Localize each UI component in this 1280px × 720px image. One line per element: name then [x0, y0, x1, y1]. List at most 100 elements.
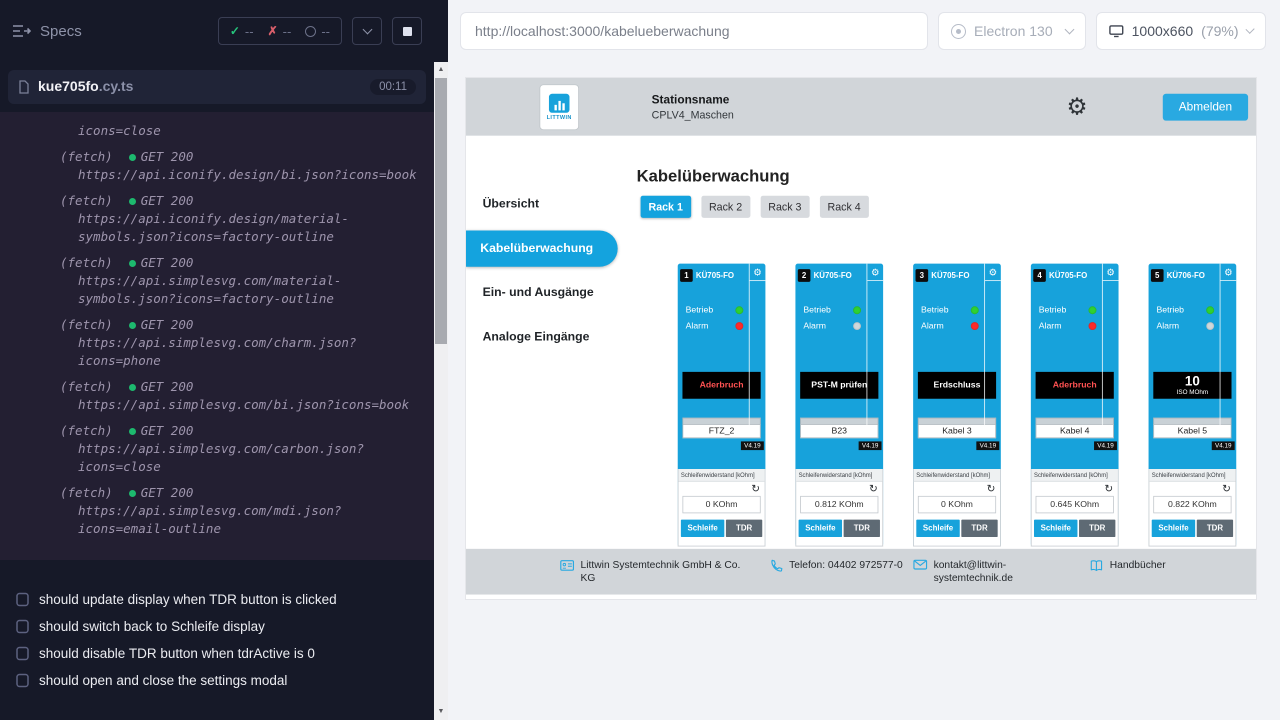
rack-tab[interactable]: Rack 3 [760, 196, 809, 218]
nav-item[interactable]: Kabelüberwachung [466, 230, 618, 266]
betrieb-label: Betrieb [921, 306, 949, 315]
collapse-reporter-button[interactable] [352, 17, 382, 45]
device-card: ⚙ 3 KÜ705-FO Betrieb [913, 264, 1001, 547]
nav-item[interactable]: Analoge Eingänge [466, 315, 618, 359]
log-entry[interactable]: (fetch)GET 200 https://api.simplesvg.com… [0, 378, 422, 414]
card-bottom: Schleifenwiderstand [kOhm] ↻ 0.645 KOhm … [1031, 469, 1119, 546]
spec-file-row[interactable]: kue705fo.cy.ts 00:11 [8, 70, 426, 104]
test-title: should disable TDR button when tdrActive… [39, 646, 315, 661]
station-name: CPLV4_Maschen [652, 109, 734, 121]
scroll-down-icon[interactable]: ▼ [434, 706, 448, 718]
betrieb-led [1206, 306, 1214, 314]
card-gear-icon[interactable]: ⚙ [867, 264, 883, 281]
measurement-value: 0.812 KOhm [800, 496, 878, 513]
card-gear-icon[interactable]: ⚙ [750, 264, 766, 281]
log-entry[interactable]: (fetch)GET 200 https://api.iconify.desig… [0, 148, 422, 184]
alarm-label: Alarm [686, 321, 709, 330]
log-overflow-line[interactable]: icons=close [0, 122, 422, 140]
request-url: https://api.simplesvg.com/charm.json?ico… [78, 334, 422, 370]
refresh-row: ↻ [679, 482, 765, 496]
betrieb-label: Betrieb [803, 306, 831, 315]
mail-icon [913, 559, 927, 570]
footer-phone[interactable]: Telefon: 04402 972577-0 [769, 558, 902, 572]
tdr-button[interactable]: TDR [961, 520, 997, 537]
card-gear-icon[interactable]: ⚙ [1220, 264, 1236, 281]
betrieb-row: Betrieb [686, 306, 744, 315]
schleife-button[interactable]: Schleife [799, 520, 843, 537]
refresh-icon[interactable]: ↻ [1104, 482, 1113, 495]
nav-item[interactable]: Ein- und Ausgänge [466, 271, 618, 315]
station-label: Stationsname [652, 93, 734, 106]
specs-menu-button[interactable]: Specs [12, 23, 82, 40]
specs-label: Specs [40, 23, 82, 40]
scroll-thumb[interactable] [435, 78, 447, 344]
rack-tab-label: Rack 3 [768, 201, 801, 213]
stop-run-button[interactable] [392, 17, 422, 45]
refresh-icon[interactable]: ↻ [1222, 482, 1231, 495]
rack-tab-label: Rack 2 [709, 201, 742, 213]
url-bar[interactable]: http://localhost:3000/kabelueberwachung [460, 12, 928, 50]
log-entry[interactable]: (fetch)GET 200 https://api.simplesvg.com… [0, 316, 422, 370]
measurement-value: 0.645 KOhm [1036, 496, 1114, 513]
scroll-up-icon[interactable]: ▲ [434, 64, 448, 76]
footer-manuals[interactable]: Handbücher [1089, 558, 1165, 571]
tdr-button[interactable]: TDR [1197, 520, 1233, 537]
log-entry[interactable]: (fetch)GET 200 https://api.simplesvg.com… [0, 422, 422, 476]
rack-tab[interactable]: Rack 2 [701, 196, 750, 218]
footer-phone-text: Telefon: 04402 972577-0 [789, 558, 903, 572]
card-bottom: Schleifenwiderstand [kOhm] ↻ 0.812 KOhm … [795, 469, 883, 546]
runner-scrollbar[interactable]: ▲ ▼ [434, 62, 448, 720]
schleife-button[interactable]: Schleife [916, 520, 960, 537]
rack-tab[interactable]: Rack 4 [820, 196, 869, 218]
card-model: KÜ706-FO [1167, 271, 1205, 280]
request-url: https://api.iconify.design/material-symb… [78, 210, 422, 246]
rack-tab-label: Rack 4 [828, 201, 861, 213]
logout-button[interactable]: Abmelden [1163, 93, 1248, 120]
footer-email[interactable]: kontakt@littwin-systemtechnik.de [913, 558, 1022, 585]
test-item[interactable]: should disable TDR button when tdrActive… [0, 640, 434, 667]
tdr-button[interactable]: TDR [1079, 520, 1115, 537]
log-entry[interactable]: (fetch)GET 200 https://api.simplesvg.com… [0, 484, 422, 538]
settings-gear-icon[interactable]: ⚙ [1066, 95, 1087, 119]
test-icon [16, 619, 29, 634]
refresh-icon[interactable]: ↻ [869, 482, 878, 495]
card-gear-icon[interactable]: ⚙ [1103, 264, 1119, 281]
runner-topbar: Specs ✓-- ✗-- -- [0, 0, 434, 62]
version-badge: V4.19 [1212, 441, 1235, 450]
schleife-button[interactable]: Schleife [1034, 520, 1078, 537]
nav-item[interactable]: Übersicht [466, 182, 618, 226]
test-title: should update display when TDR button is… [39, 592, 337, 607]
cross-icon: ✗ [268, 24, 278, 38]
log-entry[interactable]: (fetch)GET 200 https://api.iconify.desig… [0, 192, 422, 246]
betrieb-led [853, 306, 861, 314]
test-item[interactable]: should open and close the settings modal [0, 667, 434, 694]
alarm-label: Alarm [803, 321, 826, 330]
measurement-label: Schleifenwiderstand [kOhm] [914, 469, 1000, 482]
refresh-icon[interactable]: ↻ [751, 482, 760, 495]
version-row: V4.19 [678, 438, 766, 450]
refresh-row: ↻ [914, 482, 1000, 496]
spec-file-icon [18, 80, 30, 94]
test-item[interactable]: should update display when TDR button is… [0, 586, 434, 613]
schleife-button[interactable]: Schleife [1152, 520, 1196, 537]
browser-select[interactable]: Electron 130 [938, 12, 1086, 50]
log-entry[interactable]: (fetch)GET 200 https://api.simplesvg.com… [0, 254, 422, 308]
fetch-label: (fetch) [60, 149, 113, 164]
schleife-button[interactable]: Schleife [681, 520, 725, 537]
tdr-button[interactable]: TDR [726, 520, 762, 537]
test-list: should update display when TDR button is… [0, 586, 434, 694]
request-url: https://api.simplesvg.com/carbon.json?ic… [78, 440, 422, 476]
refresh-icon[interactable]: ↻ [987, 482, 996, 495]
command-log: icons=close (fetch)GET 200 https://api.i… [0, 112, 434, 560]
request-url: https://api.simplesvg.com/material-symbo… [78, 272, 422, 308]
card-gear-icon[interactable]: ⚙ [985, 264, 1001, 281]
rack-tab[interactable]: Rack 1 [641, 196, 691, 218]
betrieb-row: Betrieb [921, 306, 979, 315]
tdr-button[interactable]: TDR [844, 520, 880, 537]
viewport-select[interactable]: 1000x660 (79%) [1096, 12, 1266, 50]
alarm-led [1089, 322, 1097, 330]
http-status: GET 200 [141, 255, 194, 270]
test-item[interactable]: should switch back to Schleife display [0, 613, 434, 640]
http-status: GET 200 [141, 193, 194, 208]
alarm-label: Alarm [1039, 321, 1062, 330]
